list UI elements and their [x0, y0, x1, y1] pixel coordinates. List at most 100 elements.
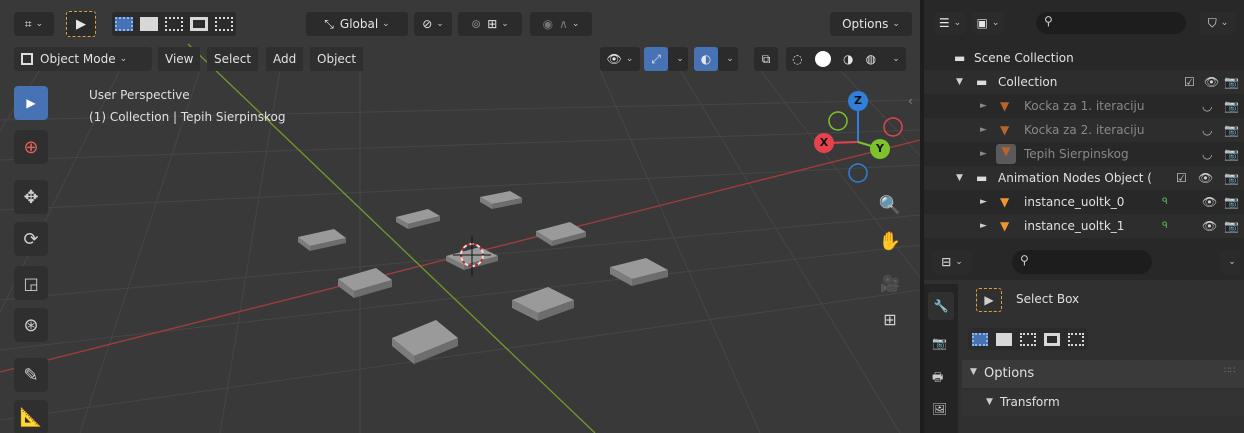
chevron-down-icon[interactable]: ⌄	[892, 54, 900, 64]
material-shading-icon[interactable]: ◑	[843, 52, 853, 66]
tab-view-layer[interactable]: 🖼	[932, 402, 947, 416]
gizmo-dropdown[interactable]: ⌄	[668, 47, 688, 71]
3d-viewport[interactable]: Z X Y User Perspective (1) Collection | …	[0, 0, 920, 433]
expand-arrow-icon[interactable]: ►	[980, 221, 987, 231]
scale-tool[interactable]: ◲	[14, 266, 48, 300]
camera-icon[interactable]: 📷	[1224, 171, 1239, 185]
menu-add[interactable]: Add	[266, 47, 304, 71]
outliner-row-collection[interactable]: ▼ ▬ Animation Nodes Object ( ☑ 👁 📷	[924, 166, 1244, 190]
transform-orientation-dropdown[interactable]: ⤡ Global ⌄	[306, 12, 408, 36]
gizmo-toggle-button[interactable]: ⤢	[644, 47, 668, 71]
expand-arrow-icon[interactable]: ►	[980, 125, 987, 135]
proportional-editing-group[interactable]: ◉ ∧ ⌄	[530, 12, 592, 36]
expand-arrow-icon[interactable]: ►	[980, 101, 987, 111]
select-tool-button[interactable]: ▶	[66, 11, 96, 37]
properties-editor-type[interactable]: ⊟ ⌄	[932, 250, 972, 274]
checkbox-icon[interactable]: ☑	[1176, 171, 1187, 185]
outliner-row-object[interactable]: ► ▼ instance_uoltk_0 ᑫ 👁 📷	[924, 190, 1244, 214]
select-invert-icon[interactable]	[189, 17, 208, 31]
select-intersect-icon[interactable]	[1068, 332, 1084, 346]
outliner-row-scene[interactable]: ▬ Scene Collection	[924, 46, 1244, 70]
tab-tool[interactable]: 🔧	[928, 292, 954, 320]
camera-icon[interactable]: 📷	[1224, 99, 1239, 113]
outliner-row-object[interactable]: ► ▼ Kocka za 2. iteraciju ◡ 📷	[924, 118, 1244, 142]
outliner-row-object[interactable]: ► ▼ Tepih Sierpinskog ◡ 📷	[924, 142, 1244, 166]
select-box-tool[interactable]: ▶	[14, 86, 48, 120]
eye-icon[interactable]: 👁	[1202, 219, 1217, 233]
options-panel-header[interactable]: ▼ Options ∷∷	[962, 360, 1244, 388]
select-extend-icon[interactable]	[140, 17, 159, 31]
outliner-editor-type[interactable]: ☰ ⌄	[934, 12, 966, 34]
zoom-button[interactable]: 🔍	[873, 188, 907, 222]
expand-arrow-icon[interactable]: ▼	[956, 173, 963, 183]
select-extend-icon[interactable]	[996, 332, 1012, 346]
perspective-toggle-button[interactable]: ⊞	[873, 302, 907, 336]
options-dropdown[interactable]: Options ⌄	[830, 12, 912, 36]
overlays-toggle-button[interactable]: ◐	[694, 47, 718, 71]
select-subtract-icon[interactable]	[1020, 332, 1036, 346]
rotate-tool[interactable]: ⟳	[14, 222, 48, 256]
sidebar-toggle-icon[interactable]: ‹	[908, 94, 913, 108]
select-new-icon[interactable]	[972, 332, 988, 346]
transform-tool[interactable]: ⊛	[14, 308, 48, 342]
visibility-dropdown[interactable]: 👁 ⌄	[600, 47, 640, 71]
select-intersect-icon[interactable]	[214, 17, 233, 31]
expand-arrow-icon[interactable]: ▼	[956, 77, 963, 87]
annotate-tool[interactable]: ✎	[14, 358, 48, 392]
select-mode-group[interactable]	[112, 12, 236, 36]
filter-dropdown[interactable]: ⛉ ⌄	[1200, 12, 1236, 34]
rendered-shading-icon[interactable]: ◍	[866, 52, 876, 66]
select-mode-group[interactable]	[968, 328, 1088, 350]
select-new-icon[interactable]	[115, 17, 134, 31]
menu-view[interactable]: View	[158, 47, 201, 71]
checkbox-icon[interactable]: ☑	[1184, 75, 1195, 89]
gizmo-x-label[interactable]: X	[808, 136, 840, 149]
cursor-tool[interactable]: ⊕	[14, 130, 48, 164]
editor-type-button[interactable]: ⌗ ⌄	[14, 12, 54, 36]
mode-dropdown[interactable]: Object Mode ⌄	[14, 47, 152, 71]
tab-render[interactable]: 📷	[932, 336, 947, 350]
outliner-row-collection[interactable]: ▼ ▬ Collection ☑ 👁 📷	[924, 70, 1244, 94]
gizmo-y-label[interactable]: Y	[864, 142, 896, 155]
eye-icon[interactable]: 👁	[1204, 75, 1219, 89]
camera-icon[interactable]: 📷	[1224, 195, 1239, 209]
camera-icon[interactable]: 📷	[1224, 75, 1239, 89]
outliner-row-object[interactable]: ► ▼ instance_uoltk_1 ᑫ 👁 📷	[924, 214, 1244, 238]
solid-shading-icon[interactable]	[814, 51, 831, 67]
camera-view-button[interactable]: 🎥	[873, 266, 907, 300]
gizmo-z-label[interactable]: Z	[842, 94, 874, 107]
eye-icon[interactable]: 👁	[1202, 195, 1217, 209]
expand-arrow-icon[interactable]: ►	[980, 197, 987, 207]
camera-icon[interactable]: 📷	[1224, 147, 1239, 161]
display-mode-icon: ▣	[976, 16, 988, 30]
tab-output[interactable]: 🖶	[932, 368, 943, 389]
pivot-point-dropdown[interactable]: ⊘ ⌄	[414, 12, 452, 36]
eye-closed-icon[interactable]: ◡	[1202, 99, 1212, 113]
eye-closed-icon[interactable]: ◡	[1202, 123, 1212, 137]
move-tool[interactable]: ✥	[14, 180, 48, 214]
menu-object[interactable]: Object	[310, 47, 364, 71]
overlays-dropdown[interactable]: ⌄	[718, 47, 738, 71]
properties-search-input[interactable]: ⚲	[1012, 250, 1152, 274]
snapping-group[interactable]: ⊚ ⊞ ⌄	[458, 12, 522, 36]
select-subtract-icon[interactable]	[164, 17, 183, 31]
xray-toggle-button[interactable]: ⧉	[754, 47, 778, 71]
pan-button[interactable]: ✋	[873, 224, 907, 258]
drag-handle-icon[interactable]: ∷∷	[1224, 366, 1235, 376]
shading-group[interactable]: ◌ ◑ ◍ ⌄	[786, 47, 906, 71]
camera-icon[interactable]: 📷	[1224, 123, 1239, 137]
outliner-row-object[interactable]: ► ▼ Kocka za 1. iteraciju ◡ 📷	[924, 94, 1244, 118]
menu-select[interactable]: Select	[207, 47, 259, 71]
tile	[480, 191, 522, 209]
measure-tool[interactable]: 📐	[14, 400, 48, 433]
transform-subpanel-header[interactable]: ▼ Transform	[962, 390, 1244, 416]
outliner-search-input[interactable]: ⚲	[1036, 12, 1186, 34]
properties-options-dropdown[interactable]: ⌄	[1220, 250, 1240, 274]
display-mode-dropdown[interactable]: ▣ ⌄	[972, 12, 1004, 34]
wireframe-shading-icon[interactable]: ◌	[792, 52, 802, 66]
eye-closed-icon[interactable]: ◡	[1202, 147, 1212, 161]
camera-icon[interactable]: 📷	[1224, 219, 1239, 233]
select-invert-icon[interactable]	[1044, 332, 1060, 346]
eye-icon[interactable]: 👁	[1198, 171, 1213, 185]
expand-arrow-icon[interactable]: ►	[980, 149, 987, 159]
